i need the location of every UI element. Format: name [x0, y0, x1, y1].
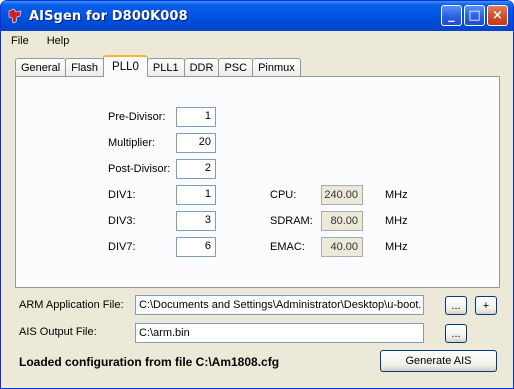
tab-strip: General Flash PLL0 PLL1 DDR PSC Pinmux [15, 55, 301, 77]
tab-ddr[interactable]: DDR [183, 58, 220, 77]
tab-pll1[interactable]: PLL1 [146, 58, 185, 77]
multiplier-label: Multiplier: [108, 137, 156, 149]
menu-file[interactable]: File [11, 35, 29, 47]
post-divisor-label: Post-Divisor: [108, 163, 171, 175]
tab-pinmux[interactable]: Pinmux [252, 58, 301, 77]
arm-file-label: ARM Application File: [19, 299, 124, 311]
div3-label: DIV3: [108, 215, 136, 227]
div7-input[interactable]: 6 [176, 237, 216, 257]
emac-label: EMAC: [270, 241, 305, 253]
ais-output-input[interactable]: C:\arm.bin [135, 323, 424, 343]
close-icon: × [492, 8, 503, 23]
pre-divisor-label: Pre-Divisor: [108, 111, 166, 123]
tab-general[interactable]: General [15, 58, 67, 77]
pre-divisor-input[interactable]: 1 [176, 107, 216, 127]
status-message: Loaded configuration from file C:\Am1808… [19, 355, 280, 369]
maximize-button[interactable]: □ [464, 5, 485, 26]
ti-logo-icon [7, 8, 23, 24]
ais-output-label: AIS Output File: [19, 326, 97, 338]
tab-flash[interactable]: Flash [65, 58, 105, 77]
cpu-freq-value: 240.00 [321, 185, 363, 205]
multiplier-input[interactable]: 20 [176, 133, 216, 153]
ais-browse-button[interactable]: ... [445, 324, 467, 343]
title-bar[interactable]: AISgen for D800K008 _ □ × [1, 1, 513, 31]
tab-psc[interactable]: PSC [218, 58, 254, 77]
emac-unit: MHz [385, 241, 408, 253]
generate-ais-button[interactable]: Generate AIS [380, 350, 497, 372]
add-file-button[interactable]: + [475, 296, 497, 315]
menu-bar: File Help [1, 31, 513, 51]
minimize-button[interactable]: _ [441, 5, 462, 26]
sdram-unit: MHz [385, 215, 408, 227]
emac-freq-value: 40.00 [321, 237, 363, 257]
app-window: AISgen for D800K008 _ □ × File Help Gene… [0, 0, 514, 389]
window-controls: _ □ × [441, 5, 508, 26]
menu-help[interactable]: Help [47, 35, 70, 47]
sdram-freq-value: 80.00 [321, 211, 363, 231]
div3-input[interactable]: 3 [176, 211, 216, 231]
maximize-icon: □ [468, 8, 481, 23]
cpu-label: CPU: [270, 189, 297, 201]
plus-icon: + [482, 299, 490, 312]
tab-pll0[interactable]: PLL0 [103, 55, 148, 77]
arm-file-input[interactable]: C:\Documents and Settings\Administrator\… [135, 295, 424, 315]
window-title: AISgen for D800K008 [29, 8, 188, 24]
div1-input[interactable]: 1 [176, 185, 216, 205]
cpu-unit: MHz [385, 189, 408, 201]
div7-label: DIV7: [108, 241, 136, 253]
post-divisor-input[interactable]: 2 [176, 159, 216, 179]
minimize-icon: _ [448, 8, 455, 23]
div1-label: DIV1: [108, 189, 136, 201]
arm-browse-button[interactable]: ... [445, 296, 467, 315]
close-button[interactable]: × [487, 5, 508, 26]
sdram-label: SDRAM: [270, 215, 313, 227]
pll0-panel: Pre-Divisor: Multiplier: Post-Divisor: D… [15, 76, 500, 288]
